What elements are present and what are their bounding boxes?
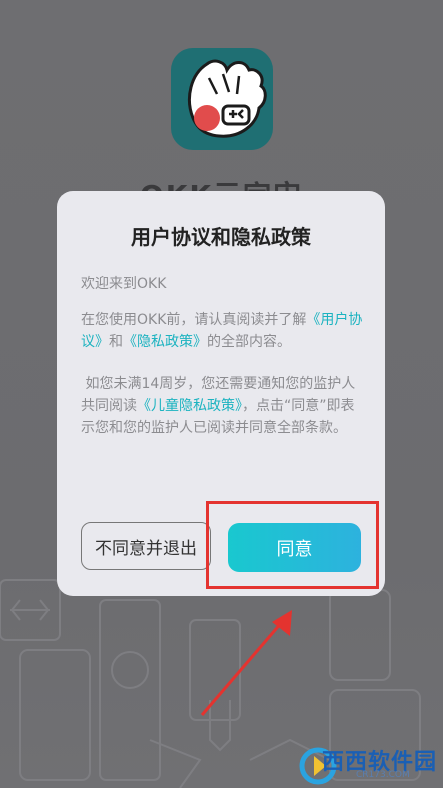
guardian-paragraph: 如您未满14周岁，您还需要通知您的监护人共同阅读《儿童隐私政策》，点击“同意”即… [81,373,365,439]
annotation-highlight-box [206,501,379,589]
p1-prefix: 在您使用OKK前，请认真阅读并了解 [81,312,307,328]
child-privacy-policy-link[interactable]: 《儿童隐私政策》 [137,398,242,414]
dialog-body: 欢迎来到OKK 在您使用OKK前，请认真阅读并了解《用户协议》和《隐私政策》的全… [81,273,365,439]
welcome-text: 欢迎来到OKK [81,276,167,292]
app-logo-icon [171,48,273,150]
p1-suffix: 的全部内容。 [207,334,291,350]
dialog-title: 用户协议和隐私政策 [131,225,311,249]
privacy-policy-link[interactable]: 《隐私政策》 [123,334,207,350]
agreement-paragraph: 在您使用OKK前，请认真阅读并了解《用户协议》和《隐私政策》的全部内容。 [81,309,365,353]
annotation-arrow-icon [200,610,292,716]
disagree-exit-button[interactable]: 不同意并退出 [81,522,211,570]
p1-and: 和 [109,334,123,350]
watermark-subtext: CR173.COM [356,770,410,780]
